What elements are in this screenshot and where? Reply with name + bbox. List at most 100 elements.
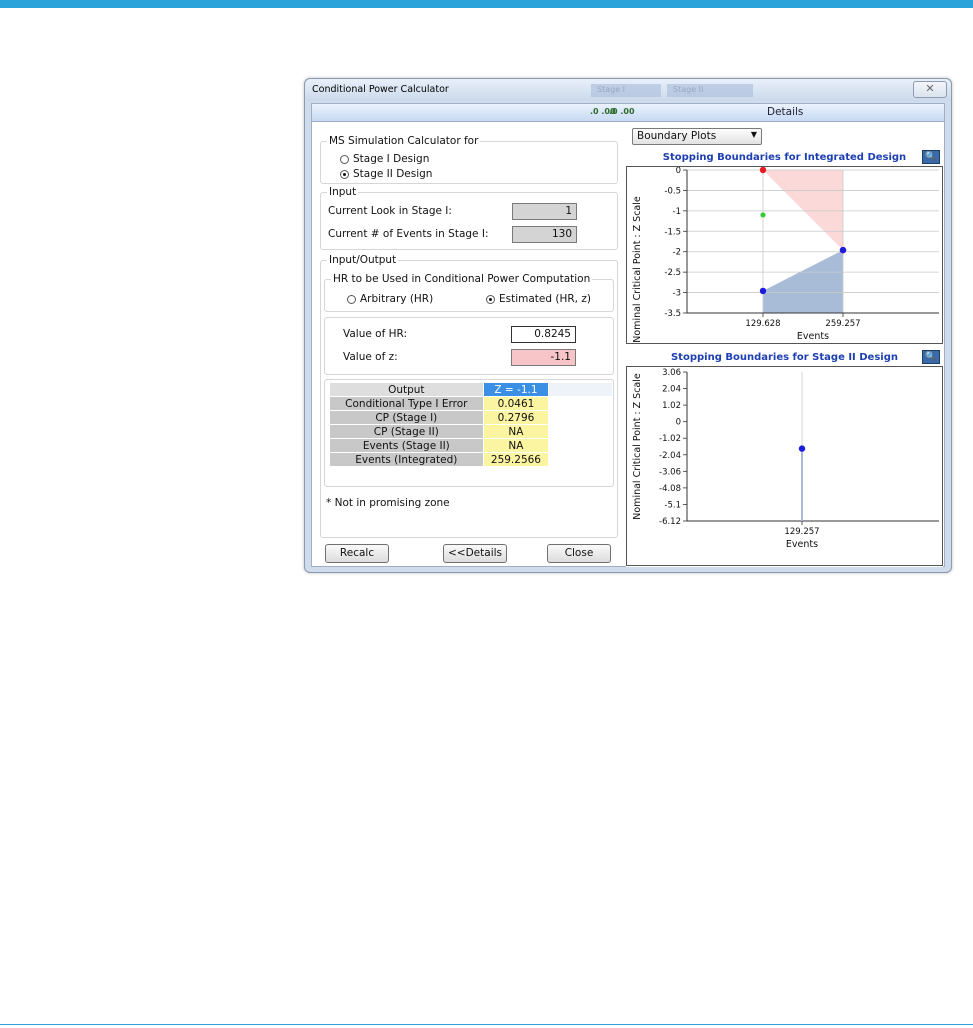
y-tick-label: -1 bbox=[673, 207, 681, 217]
output-header-blank bbox=[548, 382, 613, 397]
integrated-chart-panel: Stopping Boundaries for Integrated Desig… bbox=[626, 149, 943, 345]
efficacy-region bbox=[763, 170, 843, 251]
decrease-decimal-icon[interactable]: .0 .00 bbox=[609, 107, 635, 116]
output-header-label: Output bbox=[329, 382, 484, 397]
futility-point bbox=[759, 287, 767, 295]
chart-title: Stopping Boundaries for Integrated Desig… bbox=[662, 152, 907, 163]
chart-title: Stopping Boundaries for Stage II Design bbox=[670, 352, 899, 363]
arbitrary-label: Arbitrary (HR) bbox=[360, 293, 434, 305]
x-axis-label: Events bbox=[797, 331, 829, 342]
x-tick-label: 129.257 bbox=[784, 527, 819, 537]
y-tick-label: -3 bbox=[673, 289, 681, 299]
window-close-button[interactable]: ✕ bbox=[913, 81, 947, 98]
ghost-tab-stage-1: Stage I bbox=[591, 84, 661, 97]
zoom-icon[interactable]: 🔍 bbox=[922, 350, 940, 364]
observed-point bbox=[760, 212, 766, 218]
hr-input[interactable]: 0.8245 bbox=[511, 326, 576, 343]
y-tick-label: -1.5 bbox=[664, 227, 681, 237]
row-label: Conditional Type I Error bbox=[329, 396, 484, 411]
y-tick-label: 0 bbox=[676, 166, 681, 176]
y-tick-label: -2.04 bbox=[659, 451, 681, 461]
row-value: NA bbox=[482, 424, 550, 439]
y-tick-label: 1.02 bbox=[662, 401, 681, 411]
radio-off-icon[interactable] bbox=[347, 294, 356, 304]
y-tick-label: -5.1 bbox=[664, 500, 681, 510]
integrated-chart-svg: 0 -0.5 -1 -1.5 -2 -2.5 -3 -3.5 129.628 259.257 Eve… bbox=[626, 166, 943, 344]
y-axis-label: Nominal Critical Point : Z Scale bbox=[632, 196, 643, 343]
efficacy-point bbox=[759, 167, 767, 174]
row-value: 0.2796 bbox=[482, 410, 550, 425]
plot-type-value: Boundary Plots bbox=[637, 130, 717, 142]
radio-estimated[interactable]: Estimated (HR, z) bbox=[486, 293, 591, 305]
y-axis-label: Nominal Critical Point : Z Scale bbox=[632, 373, 643, 520]
details-header: Details bbox=[767, 106, 804, 118]
chevron-down-icon: ▼ bbox=[750, 130, 757, 139]
close-button[interactable]: Close bbox=[547, 544, 611, 563]
y-tick-label: -3.06 bbox=[659, 467, 681, 477]
radio-on-icon[interactable] bbox=[340, 169, 349, 179]
table-row: Events (Integrated) 259.2566 bbox=[329, 452, 613, 467]
futility-point bbox=[839, 246, 847, 254]
row-label: Events (Integrated) bbox=[329, 452, 484, 467]
details-toggle-button[interactable]: <<Details bbox=[443, 544, 507, 563]
x-axis-label: Events bbox=[786, 539, 818, 550]
simulation-group: MS Simulation Calculator for Stage I Des… bbox=[320, 135, 618, 184]
radio-off-icon[interactable] bbox=[340, 154, 349, 164]
ghost-tab-stage-2: Stage II bbox=[667, 84, 753, 97]
input-group-title: Input bbox=[327, 186, 359, 198]
zoom-icon[interactable]: 🔍 bbox=[922, 150, 940, 164]
current-events-label: Current # of Events in Stage I: bbox=[328, 228, 489, 240]
input-output-group: Input/Output HR to be Used in Conditiona… bbox=[320, 254, 618, 538]
table-row: Conditional Type I Error 0.0461 bbox=[329, 396, 613, 411]
radio-stage-1-label: Stage I Design bbox=[353, 153, 430, 165]
y-tick-label: 2.04 bbox=[662, 385, 681, 395]
output-table-box: Output Z = -1.1 Conditional Type I Error… bbox=[324, 379, 614, 487]
boundary-point bbox=[798, 445, 806, 452]
table-row: CP (Stage II) NA bbox=[329, 424, 613, 439]
estimated-label: Estimated (HR, z) bbox=[499, 293, 591, 305]
radio-on-icon[interactable] bbox=[486, 294, 495, 304]
y-tick-label: -1.02 bbox=[659, 434, 681, 444]
y-tick-label: -2 bbox=[673, 248, 681, 258]
output-header-value[interactable]: Z = -1.1 bbox=[482, 382, 550, 397]
table-row: Events (Stage II) NA bbox=[329, 438, 613, 453]
y-tick-label: 3.06 bbox=[662, 368, 681, 378]
radio-stage-2-design[interactable]: Stage II Design bbox=[340, 168, 432, 180]
recalc-button[interactable]: Recalc bbox=[325, 544, 389, 563]
row-label: CP (Stage II) bbox=[329, 424, 484, 439]
x-tick-label: 259.257 bbox=[825, 319, 860, 329]
futility-region bbox=[763, 250, 843, 313]
radio-stage-2-label: Stage II Design bbox=[353, 168, 433, 180]
table-row: CP (Stage I) 0.2796 bbox=[329, 410, 613, 425]
radio-arbitrary[interactable]: Arbitrary (HR) bbox=[347, 293, 433, 305]
row-label: Events (Stage II) bbox=[329, 438, 484, 453]
y-tick-label: -0.5 bbox=[664, 186, 681, 196]
current-look-label: Current Look in Stage I: bbox=[328, 205, 452, 217]
bottom-rule bbox=[0, 1024, 973, 1025]
conditional-power-window: Conditional Power Calculator Stage I Sta… bbox=[304, 78, 952, 573]
input-group: Input Current Look in Stage I: 1 Current… bbox=[320, 186, 618, 250]
z-input[interactable]: -1.1 bbox=[511, 349, 576, 366]
row-value: NA bbox=[482, 438, 550, 453]
x-tick-label: 129.628 bbox=[745, 319, 780, 329]
simulation-group-title: MS Simulation Calculator for bbox=[327, 135, 481, 147]
toolbar-strip: .0 .00 .0 .00 Details bbox=[312, 104, 944, 122]
hr-choice-group-title: HR to be Used in Conditional Power Compu… bbox=[331, 273, 593, 285]
input-output-group-title: Input/Output bbox=[327, 254, 399, 266]
y-tick-label: -4.08 bbox=[659, 484, 681, 494]
output-table: Output Z = -1.1 Conditional Type I Error… bbox=[329, 382, 613, 467]
output-table-header: Output Z = -1.1 bbox=[329, 382, 613, 397]
y-tick-label: -6.12 bbox=[659, 517, 681, 527]
plot-type-dropdown[interactable]: Boundary Plots ▼ bbox=[632, 128, 762, 145]
radio-stage-1-design[interactable]: Stage I Design bbox=[340, 153, 429, 165]
y-tick-label: -2.5 bbox=[664, 268, 681, 278]
hr-values-box: Value of HR: 0.8245 Value of z: -1.1 bbox=[324, 317, 614, 375]
current-events-field: 130 bbox=[512, 226, 577, 243]
hr-choice-group: HR to be Used in Conditional Power Compu… bbox=[324, 273, 614, 312]
y-tick-label: -3.5 bbox=[664, 309, 681, 319]
window-titlebar[interactable]: Conditional Power Calculator Stage I Sta… bbox=[305, 79, 951, 101]
row-value: 0.0461 bbox=[482, 396, 550, 411]
window-title: Conditional Power Calculator bbox=[312, 84, 449, 95]
top-accent-bar bbox=[0, 0, 973, 8]
hr-label: Value of HR: bbox=[343, 328, 408, 340]
